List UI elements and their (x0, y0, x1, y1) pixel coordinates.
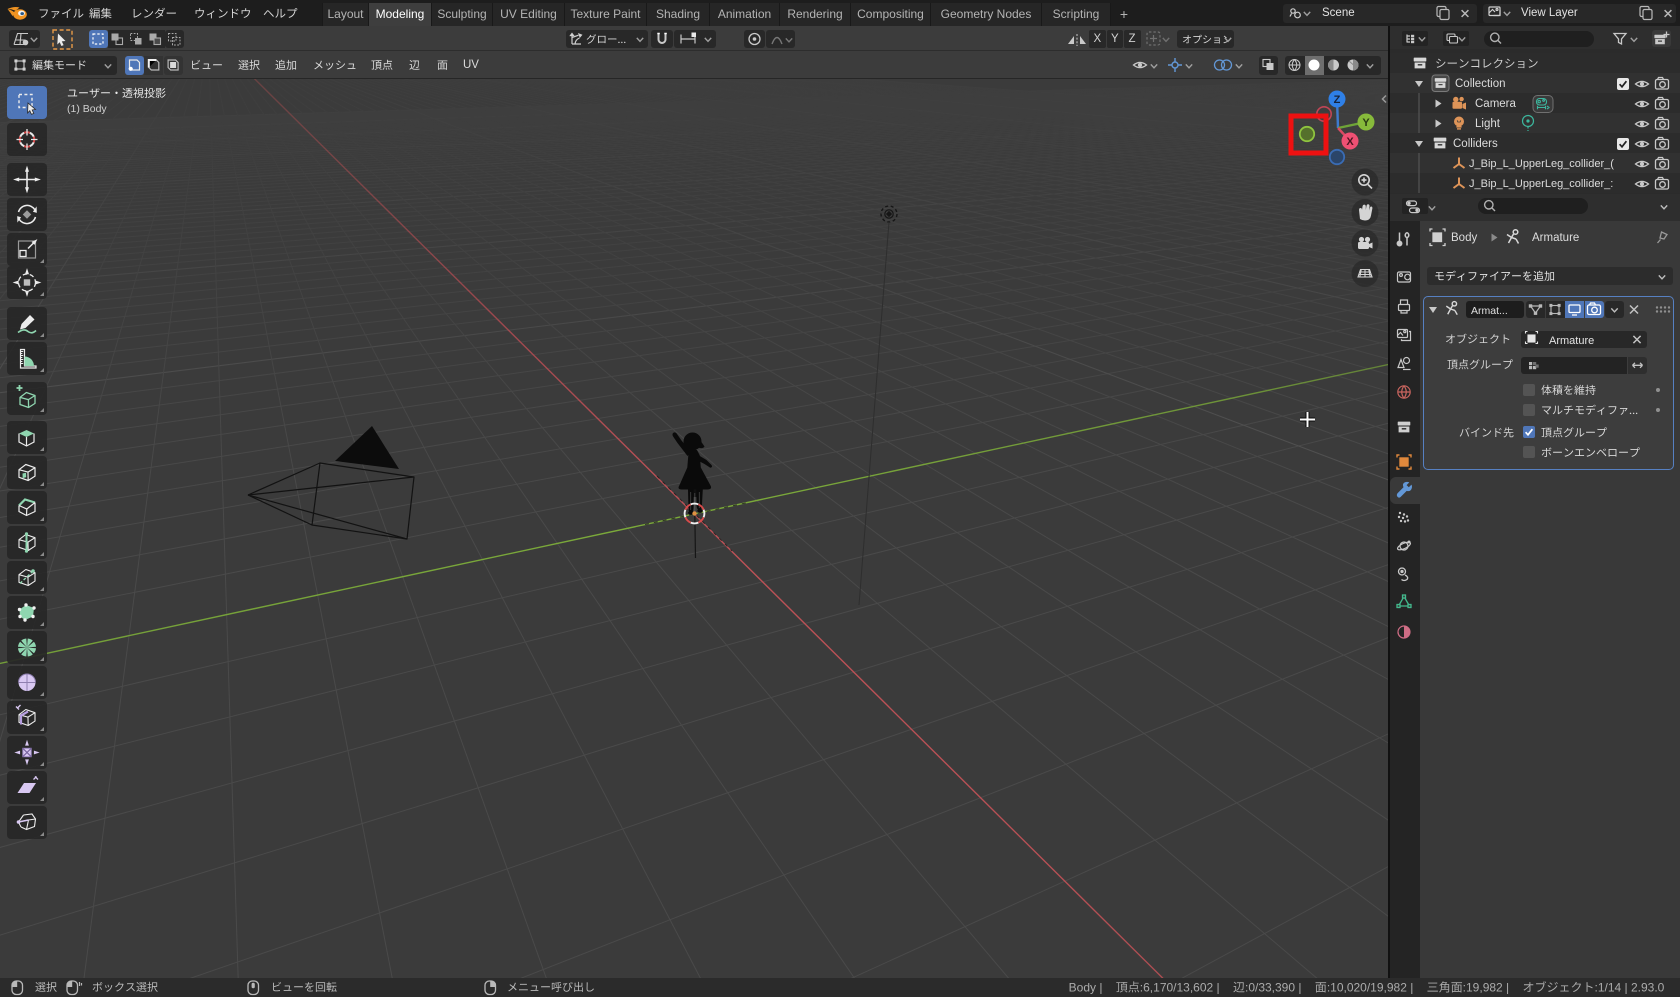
svg-text:Z: Z (1334, 94, 1341, 106)
svg-text:Y: Y (1362, 117, 1370, 129)
svg-text:X: X (1346, 136, 1354, 148)
